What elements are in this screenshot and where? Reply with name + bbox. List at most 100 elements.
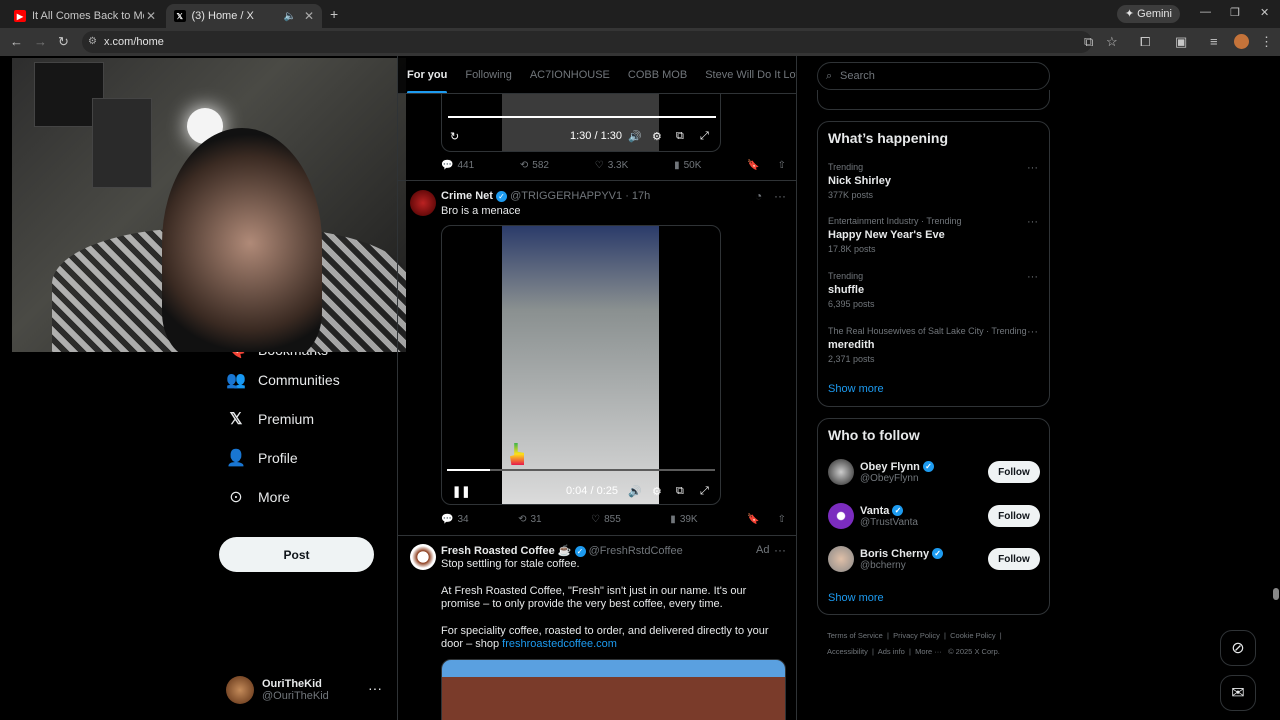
trend-item[interactable]: The Real Housewives of Salt Lake City · … [828, 326, 1038, 364]
nav-premium[interactable]: 𝕏 Premium [218, 399, 398, 438]
sidepanel-icon[interactable]: ▣ [1175, 34, 1187, 50]
footer-link[interactable]: Accessibility [827, 647, 868, 656]
video-progress[interactable] [448, 116, 716, 118]
new-tab-icon[interactable]: + [330, 6, 338, 22]
nav-more[interactable]: ⊙ More [218, 477, 398, 516]
back-icon[interactable]: ← [10, 34, 23, 49]
more-icon[interactable]: ··· [1027, 271, 1038, 283]
close-icon[interactable]: ✕ [304, 9, 314, 23]
settings-icon[interactable]: ⚙ [652, 485, 662, 498]
replay-icon[interactable]: ↻ [450, 130, 459, 143]
menu-icon[interactable]: ⋮ [1260, 34, 1273, 50]
tab-steve-will-do-it[interactable]: Steve Will Do It Loyal [696, 56, 796, 93]
more-icon[interactable]: ··· [368, 680, 382, 696]
author-name[interactable]: Fresh Roasted Coffee ☕ [441, 545, 571, 557]
account-switcher[interactable]: OuriTheKid @OuriTheKid ··· [226, 674, 386, 706]
browser-tab-x-home[interactable]: 𝕏 (3) Home / X 🔈 ✕ [166, 4, 322, 28]
url-bar[interactable]: ⚙ x.com/home [82, 31, 1092, 53]
reload-icon[interactable]: ↻ [58, 34, 69, 50]
pip-icon[interactable]: ⧉ [676, 130, 684, 143]
maximize-icon[interactable]: ❐ [1230, 6, 1240, 19]
more-icon[interactable]: ··· [1027, 326, 1038, 338]
author-name[interactable]: Crime Net [441, 190, 493, 202]
nav-communities[interactable]: 👥 Communities [218, 360, 398, 399]
like-button[interactable]: ♡ 855 [591, 514, 621, 525]
search-input[interactable]: ⌕ Search [817, 62, 1050, 90]
footer-link[interactable]: Ads info [878, 647, 905, 656]
more-icon[interactable]: ··· [1027, 216, 1038, 228]
share-icon[interactable]: ⇧ [778, 514, 786, 525]
close-icon[interactable]: ✕ [146, 9, 156, 23]
profile-avatar[interactable] [1234, 34, 1249, 49]
minimize-icon[interactable]: — [1200, 6, 1211, 18]
avatar[interactable] [410, 544, 436, 570]
avatar[interactable] [410, 190, 436, 216]
grok-icon[interactable]: ◔ [755, 189, 762, 203]
footer-link[interactable]: More ··· [915, 647, 942, 656]
footer-link[interactable]: Cookie Policy [950, 631, 995, 640]
more-icon[interactable]: ··· [1027, 162, 1038, 174]
bookmark-button[interactable]: 🔖 ⇧ [747, 514, 786, 525]
scrollbar[interactable] [1272, 56, 1280, 720]
extensions-icon[interactable]: ⧠ [1140, 34, 1150, 50]
tweet-time[interactable]: · 17h [625, 190, 650, 202]
repost-button[interactable]: ⟲ 582 [520, 160, 549, 171]
settings-icon[interactable]: ⚙ [652, 130, 662, 143]
tab-cobb-mob[interactable]: COBB MOB [619, 56, 696, 93]
show-more-link[interactable]: Show more [828, 383, 884, 395]
trend-item[interactable]: Trending Nick Shirley 377K posts ··· [828, 162, 1038, 200]
volume-icon[interactable]: 🔊 [628, 130, 642, 143]
trend-item[interactable]: Entertainment Industry · Trending Happy … [828, 216, 1038, 254]
tab-ac7ionhouse[interactable]: AC7IONHOUSE [521, 56, 619, 93]
pause-icon[interactable]: ❚❚ [452, 485, 470, 498]
video-player[interactable]: ❚❚ 0:04 / 0:25 🔊 ⚙ ⧉ ⤢ [441, 225, 721, 505]
pip-icon[interactable]: ⧉ [676, 485, 684, 498]
reply-button[interactable]: 💬 34 [441, 514, 469, 525]
gemini-button[interactable]: ✦ Gemini [1116, 5, 1180, 23]
footer-link[interactable]: Privacy Policy [893, 631, 940, 640]
messages-button[interactable]: ✉ [1220, 675, 1256, 711]
tweet-link[interactable]: freshroastedcoffee.com [502, 638, 617, 650]
footer-link[interactable]: Terms of Service [827, 631, 883, 640]
share-icon[interactable]: ⇧ [778, 160, 786, 171]
like-button[interactable]: ♡ 3.3K [595, 160, 629, 171]
follow-button[interactable]: Follow [988, 548, 1040, 570]
browser-tab-youtube[interactable]: ▶ It All Comes Back to Me - Baby ✕ [6, 4, 164, 28]
forward-icon[interactable]: → [34, 34, 47, 49]
scrollbar-thumb[interactable] [1273, 588, 1279, 600]
install-icon[interactable]: ⧉ [1084, 34, 1093, 50]
tab-following[interactable]: Following [456, 56, 520, 93]
volume-icon[interactable]: 🔊 [628, 485, 642, 498]
author-handle[interactable]: @FreshRstdCoffee [589, 545, 683, 557]
grok-button[interactable]: ⊘ [1220, 630, 1256, 666]
video-player[interactable]: ↻ 1:30 / 1:30 🔊 ⚙ ⧉ ⤢ [441, 94, 721, 152]
site-info-icon[interactable]: ⚙ [88, 31, 97, 53]
tab-for-you[interactable]: For you [398, 56, 456, 93]
speaker-icon[interactable]: 🔈 [283, 11, 295, 22]
repost-button[interactable]: ⟲ 31 [518, 514, 542, 525]
window-close-icon[interactable]: ✕ [1260, 6, 1269, 19]
reading-list-icon[interactable]: ≡ [1210, 34, 1218, 49]
trend-item[interactable]: Trending shuffle 6,395 posts ··· [828, 271, 1038, 309]
more-icon[interactable]: ··· [774, 189, 786, 203]
fullscreen-icon[interactable]: ⤢ [700, 130, 709, 143]
follow-button[interactable]: Follow [988, 461, 1040, 483]
post-button[interactable]: Post [219, 537, 374, 572]
search-icon: ⌕ [826, 70, 833, 82]
follow-suggestion[interactable]: Obey Flynn ✓ @ObeyFlynn Follow [828, 457, 1040, 487]
follow-suggestion[interactable]: Boris Cherny ✓ @bcherny Follow [828, 544, 1040, 574]
more-icon[interactable]: ··· [774, 543, 786, 557]
follow-suggestion[interactable]: Vanta ✓ @TrustVanta Follow [828, 501, 1040, 531]
follow-button[interactable]: Follow [988, 505, 1040, 527]
author-handle[interactable]: @TRIGGERHAPPYV1 [510, 190, 622, 202]
nav-profile[interactable]: 👤 Profile [218, 438, 398, 477]
views-button[interactable]: ▮ 39K [670, 514, 697, 525]
bookmark-button[interactable]: 🔖 ⇧ [747, 160, 786, 171]
video-progress[interactable] [447, 469, 715, 471]
ad-image[interactable] [441, 659, 786, 720]
show-more-link[interactable]: Show more [828, 592, 884, 604]
views-button[interactable]: ▮ 50K [674, 160, 701, 171]
reply-button[interactable]: 💬 441 [441, 160, 474, 171]
fullscreen-icon[interactable]: ⤢ [700, 485, 709, 498]
bookmark-star-icon[interactable]: ☆ [1106, 34, 1118, 50]
